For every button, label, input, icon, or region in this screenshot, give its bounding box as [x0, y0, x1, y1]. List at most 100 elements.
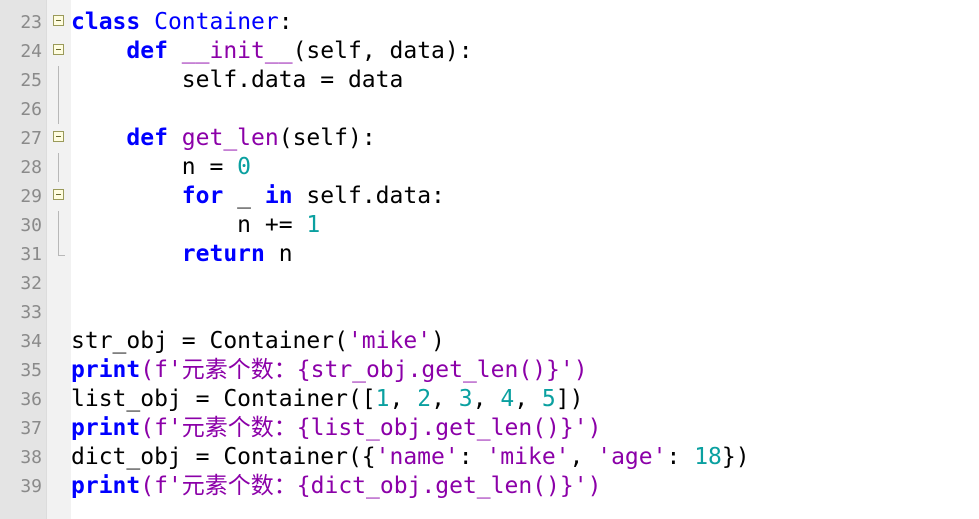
code-line[interactable]: 38 dict_obj = Container({'name': 'mike', …	[0, 443, 979, 472]
code-token: 'mike'	[486, 444, 570, 470]
line-number: 25	[20, 70, 42, 91]
code-token: (f'元素个数：{list_obj.get_len()}')	[140, 415, 602, 441]
fold-guide-line	[58, 95, 59, 124]
fold-toggle-icon[interactable]	[53, 131, 64, 142]
line-number: 35	[20, 360, 42, 381]
line-number: 34	[20, 331, 42, 352]
code-token: })	[721, 444, 750, 470]
code-line[interactable]: 37 print(f'元素个数：{list_obj.get_len()}')	[0, 414, 979, 443]
code-token: self.data:	[292, 183, 445, 209]
code-token: 3	[458, 386, 473, 412]
code-token: class	[71, 9, 141, 35]
code-text[interactable]: self.data = data	[71, 66, 404, 95]
code-text[interactable]: n += 1	[71, 211, 320, 240]
code-token: )	[431, 328, 445, 354]
code-line[interactable]: 25 self.data = data	[0, 66, 979, 95]
line-number: 27	[20, 128, 42, 149]
code-token: in	[264, 183, 293, 209]
code-token: str_obj = Container(	[71, 328, 348, 354]
code-token: Container	[154, 9, 279, 35]
code-line[interactable]: 35 print(f'元素个数：{str_obj.get_len()}')	[0, 356, 979, 385]
code-line[interactable]: 39 print(f'元素个数：{dict_obj.get_len()}')	[0, 472, 979, 501]
fold-end-marker	[58, 240, 65, 256]
fold-guide-line	[58, 66, 59, 95]
line-number: 26	[20, 99, 42, 120]
code-text[interactable]: print(f'元素个数：{str_obj.get_len()}')	[71, 356, 588, 385]
code-token: def	[126, 125, 168, 151]
fold-toggle-icon[interactable]	[53, 15, 64, 26]
code-line[interactable]: 36 list_obj = Container([1, 2, 3, 4, 5])	[0, 385, 979, 414]
line-number: 24	[20, 41, 42, 62]
code-text[interactable]: def get_len(self):	[71, 124, 376, 153]
code-token: n =	[71, 154, 238, 180]
line-number: 23	[20, 12, 42, 33]
code-text[interactable]: n = 0	[71, 153, 251, 182]
fold-toggle-icon[interactable]	[53, 44, 64, 55]
code-line[interactable]: 32	[0, 269, 979, 298]
code-token: 'name'	[375, 444, 459, 470]
code-line[interactable]: 27 def get_len(self):	[0, 124, 979, 153]
code-token: print	[71, 357, 141, 383]
code-line[interactable]: 33	[0, 298, 979, 327]
code-token: get_len	[181, 125, 279, 151]
line-number: 31	[20, 244, 42, 265]
code-token: n +=	[71, 212, 307, 238]
code-line[interactable]: 28 n = 0	[0, 153, 979, 182]
code-text[interactable]: for _ in self.data:	[71, 182, 445, 211]
code-token: (self):	[278, 125, 376, 151]
code-token: 'age'	[597, 444, 667, 470]
code-token: ,	[569, 444, 598, 470]
fold-guide-line	[58, 211, 59, 240]
code-token: print	[71, 473, 141, 499]
code-token: n	[264, 241, 293, 267]
code-text[interactable]: class Container:	[71, 8, 293, 37]
code-token: 1	[306, 212, 321, 238]
code-token: (self, data):	[292, 38, 473, 64]
code-token: ,	[514, 386, 542, 412]
code-line[interactable]: 34 str_obj = Container('mike')	[0, 327, 979, 356]
fold-guide-line	[58, 153, 59, 182]
code-editor[interactable]: 23 class Container: 24 def __init__(self, …	[0, 0, 979, 519]
code-token: :	[666, 444, 695, 470]
code-token: 0	[237, 154, 252, 180]
code-token: 'mike'	[347, 328, 432, 354]
code-text[interactable]: print(f'元素个数：{list_obj.get_len()}')	[71, 414, 601, 443]
code-line[interactable]: 26	[0, 95, 979, 124]
fold-toggle-icon[interactable]	[53, 189, 64, 200]
code-line[interactable]: 30 n += 1	[0, 211, 979, 240]
code-token: ,	[389, 386, 418, 412]
code-line[interactable]: 29 for _ in self.data:	[0, 182, 979, 211]
code-token: return	[181, 241, 265, 267]
code-line[interactable]: 31 return n	[0, 240, 979, 269]
code-token: _	[223, 183, 265, 209]
code-token: (f'元素个数：{str_obj.get_len()}')	[140, 357, 588, 383]
line-number: 36	[20, 389, 42, 410]
code-token: 5	[541, 386, 556, 412]
code-text[interactable]: dict_obj = Container({'name': 'mike', 'a…	[71, 443, 750, 472]
code-token: 18	[694, 444, 722, 470]
code-token: for	[181, 183, 224, 209]
line-number: 30	[20, 215, 42, 236]
code-token: 4	[500, 386, 515, 412]
code-line[interactable]: 24 def __init__(self, data):	[0, 37, 979, 66]
code-line[interactable]: 23 class Container:	[0, 8, 979, 37]
code-token: ])	[555, 386, 584, 412]
code-text[interactable]: list_obj = Container([1, 2, 3, 4, 5])	[71, 385, 583, 414]
code-token: ,	[472, 386, 501, 412]
code-text[interactable]: return n	[71, 240, 293, 269]
code-text[interactable]: def __init__(self, data):	[71, 37, 473, 66]
line-number: 38	[20, 447, 42, 468]
code-token: 2	[417, 386, 432, 412]
code-token: __init__	[181, 38, 293, 64]
line-number: 39	[20, 476, 42, 497]
code-text[interactable]: str_obj = Container('mike')	[71, 327, 445, 356]
line-number: 29	[20, 186, 42, 207]
code-text[interactable]: print(f'元素个数：{dict_obj.get_len()}')	[71, 472, 601, 501]
